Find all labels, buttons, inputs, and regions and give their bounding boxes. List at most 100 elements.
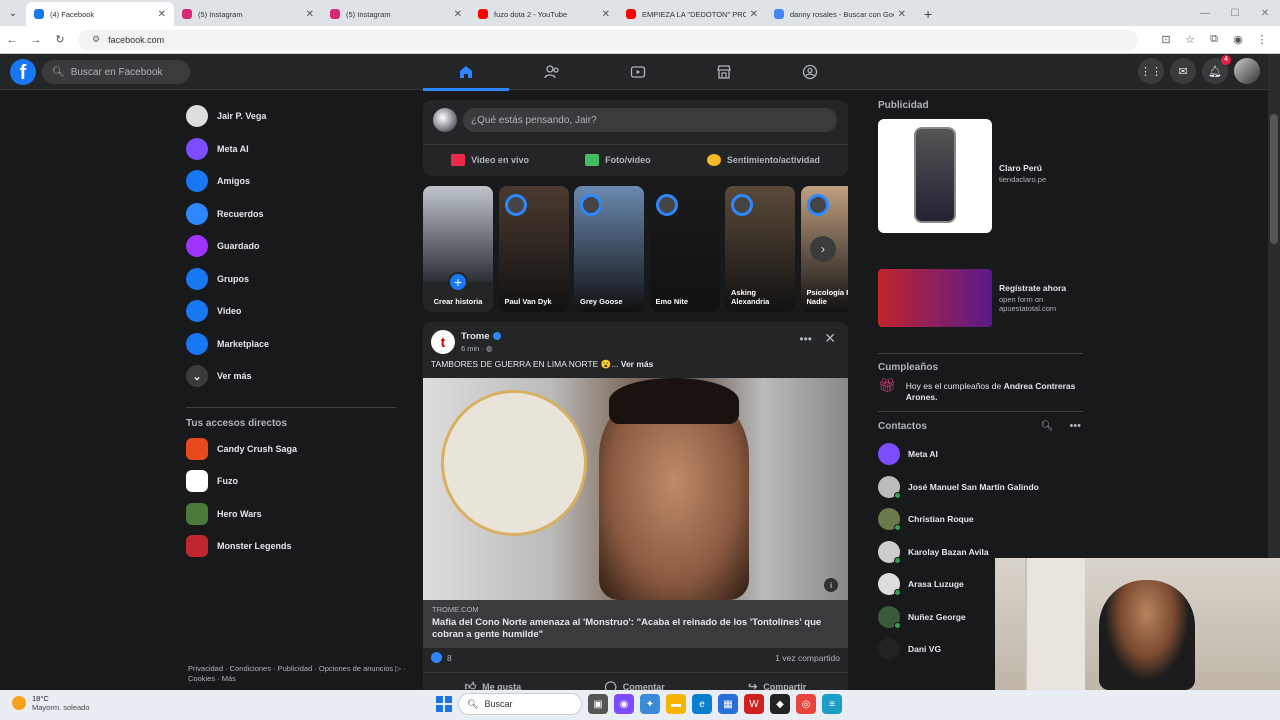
browser-menu-icon[interactable]: ⋮ <box>1250 33 1274 46</box>
browser-tab[interactable]: (5) Instagram ✕ <box>174 2 322 26</box>
tab-close-icon[interactable]: ✕ <box>454 9 462 20</box>
address-bar: ← → ↻ ⚙ facebook.com ⊡ ☆ ⧉ ◉ ⋮ <box>0 26 1280 54</box>
edge-icon[interactable]: e <box>692 694 712 714</box>
browser-tab[interactable]: danny rosales - Buscar con Goo ✕ <box>766 2 914 26</box>
tab-marketplace[interactable] <box>681 54 767 90</box>
account-avatar[interactable] <box>1234 58 1260 84</box>
story-name: Paul Van Dyk <box>504 297 552 306</box>
tab-groups[interactable] <box>767 54 853 90</box>
reload-icon[interactable]: ↻ <box>48 33 72 46</box>
notifications-button[interactable]: 🔔︎ 4 <box>1202 55 1231 84</box>
story-card[interactable]: Grey Goose <box>574 186 644 312</box>
story-card[interactable]: Asking Alexandria <box>725 186 795 312</box>
composer-avatar[interactable] <box>433 108 457 132</box>
sidebar-item[interactable]: Jair P. Vega <box>186 100 396 133</box>
bookmark-star-icon[interactable]: ☆ <box>1178 33 1202 46</box>
back-icon[interactable]: ← <box>0 34 24 46</box>
shortcut-item[interactable]: Hero Wars <box>186 498 396 531</box>
browser-tab[interactable]: EMPIEZA LA "DEDOTON" PRO P ✕ <box>618 2 766 26</box>
facebook-logo[interactable]: f <box>10 59 36 85</box>
contact-item[interactable]: Meta AI <box>878 438 1083 471</box>
story-card[interactable]: Paul Van Dyk <box>498 186 569 312</box>
browser-tab[interactable]: fuzo dota 2 - YouTube ✕ <box>470 2 618 26</box>
office-icon[interactable]: W <box>744 694 764 714</box>
contacts-options-icon[interactable]: ••• <box>1069 420 1081 432</box>
hide-post-icon[interactable]: ✕ <box>824 330 836 347</box>
url-field[interactable]: ⚙ facebook.com <box>78 29 1138 50</box>
story-name: Psicología P Nadie <box>806 288 849 306</box>
composer-input[interactable]: ¿Qué estás pensando, Jair? <box>463 108 837 132</box>
file-explorer-icon[interactable]: ▬ <box>666 694 686 714</box>
site-info-icon[interactable]: ⚙ <box>92 34 100 45</box>
browser-tab[interactable]: (4) Facebook ✕ <box>26 2 174 26</box>
feeling-activity-button[interactable]: Sentimiento/actividad <box>706 147 820 172</box>
sidebar-item[interactable]: Marketplace <box>186 328 396 361</box>
close-window-icon[interactable]: ✕ <box>1250 8 1280 19</box>
task-view-icon[interactable]: ▣ <box>588 694 608 714</box>
sidebar-item[interactable]: Guardado <box>186 230 396 263</box>
likes-count[interactable]: 8 <box>447 653 452 663</box>
tab-close-icon[interactable]: ✕ <box>602 9 610 20</box>
birthday-notice[interactable]: 🎁︎ Hoy es el cumpleaños de Andrea Contre… <box>878 378 1083 403</box>
install-icon[interactable]: ⊡ <box>1154 33 1178 46</box>
tab-home[interactable] <box>423 54 509 91</box>
tab-close-icon[interactable]: ✕ <box>898 9 906 20</box>
ad-info-icon[interactable]: i <box>824 578 838 592</box>
notepad-icon[interactable]: ≡ <box>822 694 842 714</box>
shortcut-item[interactable]: Fuzo <box>186 465 396 498</box>
sidebar-item[interactable]: Amigos <box>186 165 396 198</box>
post-time[interactable]: 6 min · <box>461 344 486 353</box>
menu-grid-button[interactable]: ⋮⋮ <box>1138 58 1164 84</box>
shortcut-item[interactable]: Monster Legends <box>186 530 396 563</box>
live-video-button[interactable]: Video en vivo <box>451 147 529 172</box>
copilot-icon[interactable]: ✦ <box>640 694 660 714</box>
contact-item[interactable]: Christian Roque <box>878 503 1083 536</box>
sidebar-item[interactable]: Meta AI <box>186 133 396 166</box>
tab-close-icon[interactable]: ✕ <box>158 9 166 20</box>
scrollbar-thumb[interactable] <box>1270 114 1278 244</box>
chrome-icon[interactable]: ◎ <box>796 694 816 714</box>
start-button[interactable] <box>436 696 452 712</box>
page-avatar[interactable]: t <box>431 330 455 354</box>
profile-icon[interactable]: ◉ <box>1226 33 1250 46</box>
app-icon[interactable]: ◆ <box>770 694 790 714</box>
create-story-card[interactable]: + Crear historia <box>423 186 493 312</box>
tab-friends[interactable] <box>509 54 595 90</box>
extensions-icon[interactable]: ⧉ <box>1202 33 1226 46</box>
browser-tab[interactable]: (5) Instagram ✕ <box>322 2 470 26</box>
facebook-search-input[interactable]: 🔍︎ Buscar en Facebook <box>42 60 190 84</box>
story-card[interactable]: Emo Nite <box>649 186 720 312</box>
contacts-search-icon[interactable]: 🔍︎ <box>1041 421 1054 432</box>
chat-app-icon[interactable]: ◉ <box>614 694 634 714</box>
forward-icon[interactable]: → <box>24 34 48 46</box>
store-icon[interactable]: ▦ <box>718 694 738 714</box>
minimize-icon[interactable]: — <box>1190 8 1220 19</box>
sidebar-item[interactable]: ⌄ Ver más <box>186 360 396 393</box>
tab-close-icon[interactable]: ✕ <box>306 9 314 20</box>
page-name[interactable]: Trome <box>461 331 490 342</box>
sidebar-item[interactable]: Grupos <box>186 263 396 296</box>
weather-widget[interactable]: 18°C Mayorm. soleado <box>12 694 90 712</box>
webcam-person <box>1099 580 1195 690</box>
taskbar-search[interactable]: 🔍︎ Buscar <box>458 693 582 715</box>
sidebar-item[interactable]: Video <box>186 295 396 328</box>
stories-next-button[interactable]: › <box>810 236 836 262</box>
messenger-button[interactable]: ✉ <box>1170 58 1196 84</box>
post-options-icon[interactable]: ••• <box>799 332 812 346</box>
shares-count[interactable]: 1 vez compartido <box>775 653 840 663</box>
photo-video-button[interactable]: Foto/video <box>585 147 651 172</box>
footer-links[interactable]: Privacidad · Condiciones · Publicidad · … <box>188 664 408 684</box>
link-preview[interactable]: TROME.COM Mafia del Cono Norte amenaza a… <box>423 600 848 648</box>
tab-video[interactable] <box>595 54 681 90</box>
maximize-icon[interactable]: ☐ <box>1220 8 1250 19</box>
post-image[interactable]: i <box>423 378 848 600</box>
shortcut-item[interactable]: Candy Crush Saga <box>186 433 396 466</box>
contact-item[interactable]: José Manuel San Martín Galindo <box>878 471 1083 504</box>
tab-search-icon[interactable]: ⌄ <box>0 0 26 26</box>
ad-claro[interactable]: Claro Perú tiendaclaro.pe <box>878 119 1083 233</box>
new-tab-button[interactable]: + <box>924 2 932 26</box>
ad-apuesta[interactable]: Regístrate ahora open form on apuestatot… <box>878 269 1083 327</box>
tab-close-icon[interactable]: ✕ <box>750 9 758 20</box>
see-more-link[interactable]: Ver más <box>621 359 654 369</box>
sidebar-item[interactable]: Recuerdos <box>186 198 396 231</box>
